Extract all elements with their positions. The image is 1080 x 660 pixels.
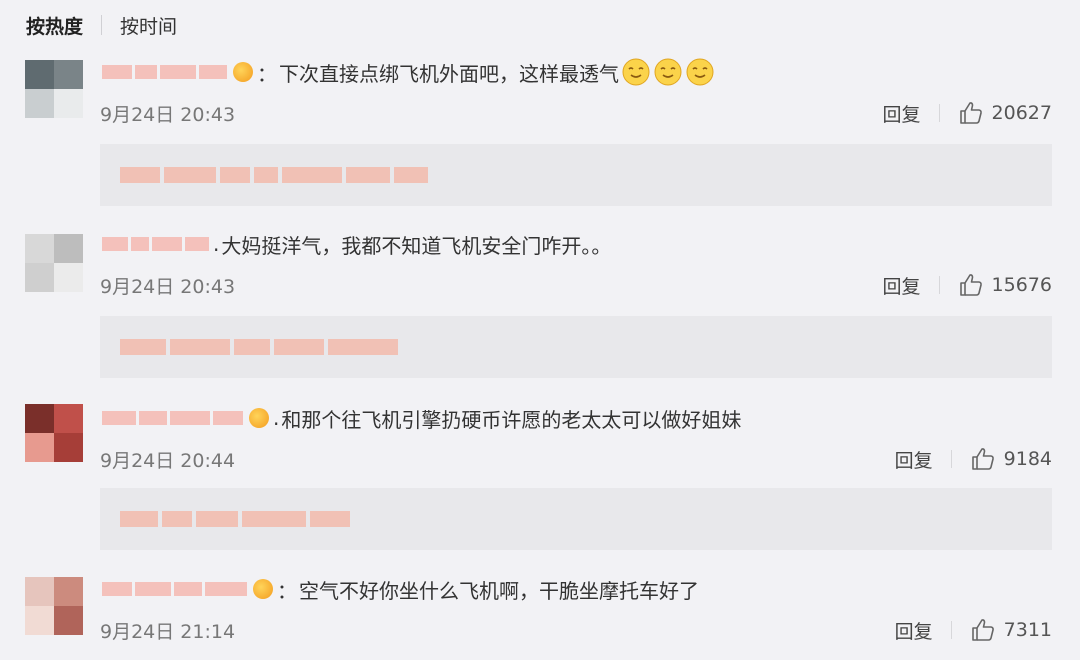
username-blurred[interactable] <box>102 411 243 425</box>
emoji-smile-icon <box>622 58 650 86</box>
sort-by-hot-tab[interactable]: 按热度 <box>26 12 83 39</box>
like-button[interactable]: 9184 <box>970 446 1052 472</box>
reply-preview-box[interactable] <box>100 488 1052 550</box>
comment-text-line: ： 下次直接点绑飞机外面吧，这样最透气 <box>102 56 715 88</box>
action-divider <box>938 276 940 294</box>
username-blurred[interactable] <box>102 65 227 79</box>
like-button[interactable]: 7311 <box>970 617 1052 643</box>
comment-content: 下次直接点绑飞机外面吧，这样最透气 <box>279 61 619 86</box>
thumbs-up-icon <box>971 448 994 470</box>
sort-divider <box>101 15 103 35</box>
comment-text-line: ： 空气不好你坐什么飞机啊，干脆坐摩托车好了 <box>102 573 699 605</box>
thumbs-up-icon <box>959 102 982 124</box>
thumbs-up-icon <box>971 619 994 641</box>
username-blurred[interactable] <box>102 237 209 251</box>
user-badge-icon <box>233 62 253 82</box>
user-badge-icon <box>253 579 273 599</box>
like-count: 15676 <box>991 274 1052 296</box>
comment-content: 和那个往飞机引擎扔硬币许愿的老太太可以做好姐妹 <box>281 407 742 432</box>
like-button[interactable]: 20627 <box>958 100 1052 126</box>
like-count: 20627 <box>991 102 1052 124</box>
comment-actions: 回复 20627 <box>883 98 1052 128</box>
comment-content: 大妈挺洋气，我都不知道飞机安全门咋开。。 <box>221 233 612 258</box>
name-separator: ： <box>277 578 297 603</box>
reply-preview-box[interactable] <box>100 144 1052 206</box>
avatar[interactable] <box>25 404 83 462</box>
like-button[interactable]: 15676 <box>958 272 1052 298</box>
avatar[interactable] <box>25 60 83 118</box>
like-count: 9184 <box>1003 448 1052 470</box>
comment-time: 9月24日 20:44 <box>100 449 236 472</box>
comment-actions: 回复 9184 <box>895 444 1052 474</box>
reply-button[interactable]: 回复 <box>895 446 933 473</box>
comment-actions: 回复 7311 <box>895 615 1052 645</box>
sort-by-time-tab[interactable]: 按时间 <box>120 12 177 39</box>
comment-actions: 回复 15676 <box>883 270 1052 300</box>
emoji-smile-icon <box>654 58 682 86</box>
avatar[interactable] <box>25 577 83 635</box>
sort-tabs: 按热度 按时间 <box>26 10 177 40</box>
comment-time: 9月24日 21:14 <box>100 620 236 643</box>
comment-text-line: . 大妈挺洋气，我都不知道飞机安全门咋开。。 <box>102 228 611 260</box>
thumbs-up-icon <box>959 274 982 296</box>
reply-preview-box[interactable] <box>100 316 1052 378</box>
comment-time: 9月24日 20:43 <box>100 103 236 126</box>
action-divider <box>950 450 952 468</box>
comment-content: 空气不好你坐什么飞机啊，干脆坐摩托车好了 <box>299 578 699 603</box>
action-divider <box>950 621 952 639</box>
username-blurred[interactable] <box>102 582 247 596</box>
name-separator: . <box>213 232 220 256</box>
name-separator: . <box>273 406 280 430</box>
avatar[interactable] <box>25 234 83 292</box>
reply-button[interactable]: 回复 <box>895 617 933 644</box>
name-separator: ： <box>257 61 277 86</box>
user-badge-icon <box>249 408 269 428</box>
like-count: 7311 <box>1003 619 1052 641</box>
emoji-smile-icon <box>686 58 714 86</box>
comment-text-line: . 和那个往飞机引擎扔硬币许愿的老太太可以做好姐妹 <box>102 402 741 434</box>
action-divider <box>938 104 940 122</box>
comment-time: 9月24日 20:43 <box>100 275 236 298</box>
reply-button[interactable]: 回复 <box>883 272 921 299</box>
reply-button[interactable]: 回复 <box>883 100 921 127</box>
